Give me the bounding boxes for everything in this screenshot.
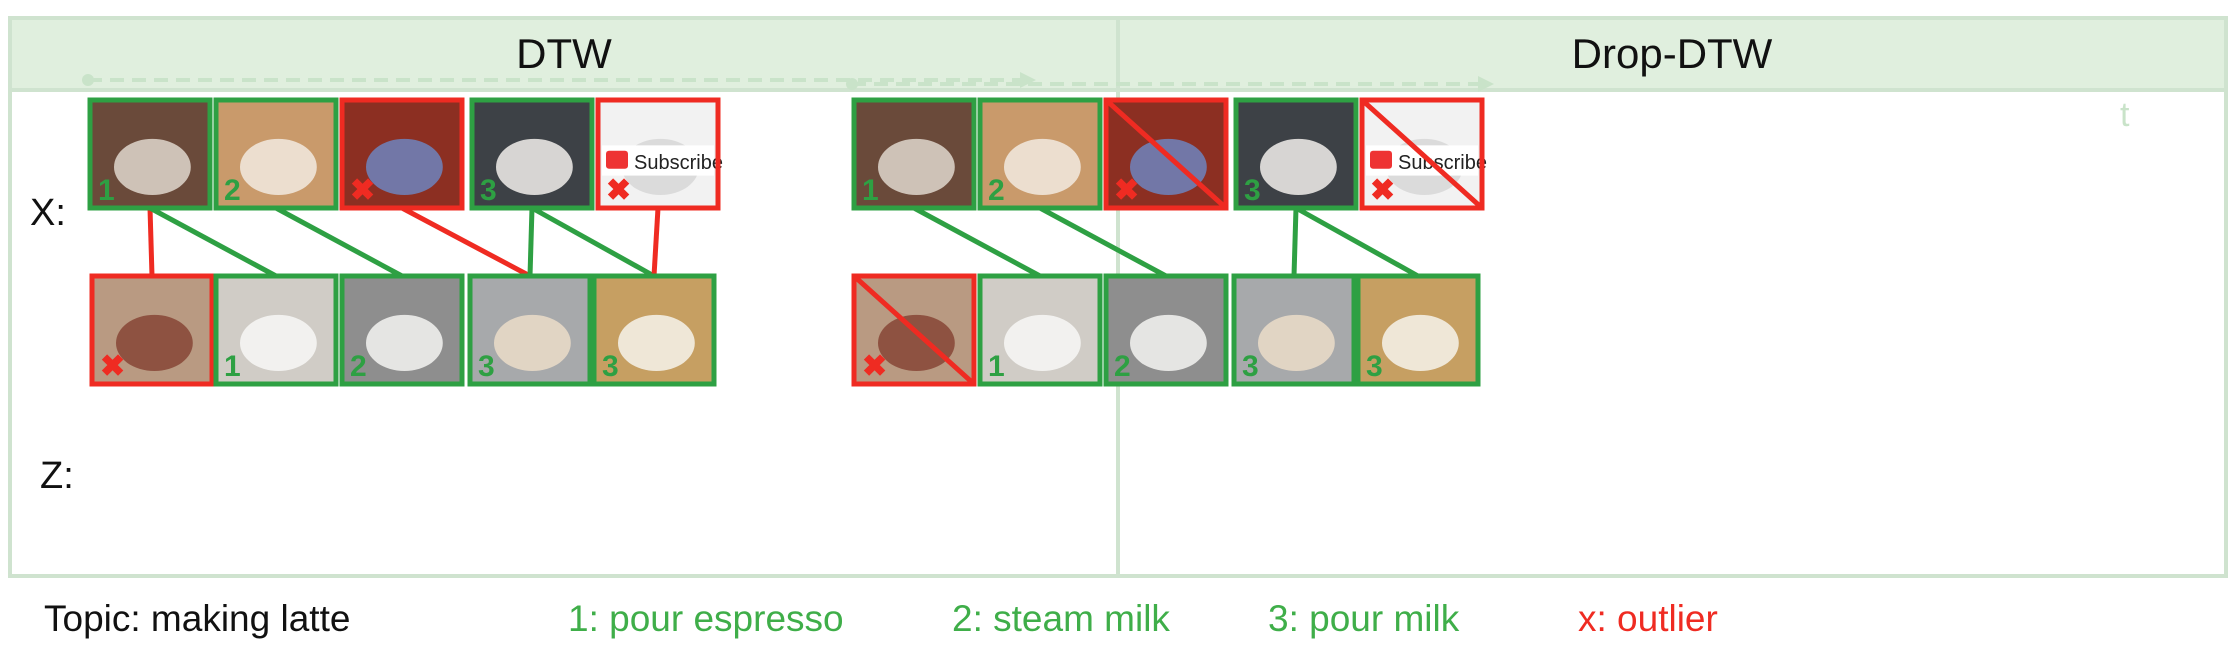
dropdtw-link-4	[1294, 205, 1420, 279]
dtw-x-frame-2-label: 2	[224, 174, 241, 207]
dropdtw-link-1	[912, 205, 1042, 279]
dtw-link-6	[530, 205, 656, 279]
play-icon	[1370, 150, 1392, 169]
legend-step1: 1: pour espresso	[568, 598, 844, 639]
dropdtw-link-2	[1038, 205, 1168, 279]
dtw-x-frame-5-subscribe-text: Subscribe	[634, 152, 723, 174]
legend-topic: Topic: making latte	[44, 598, 351, 639]
dtw-x-frame-2-subject	[240, 138, 317, 196]
legend-step3: 3: pour milk	[1268, 598, 1460, 639]
dropdtw-z-frame-4-subject	[1258, 314, 1335, 372]
dtw-z-frame-5-label: 3	[602, 350, 619, 383]
dtw-z-frame-2-subject	[240, 314, 317, 372]
dropdtw-z-frame-2-label: 1	[988, 350, 1005, 383]
dtw-link-5	[527, 207, 535, 277]
dropdtw-timeline-arrow	[1478, 76, 1494, 92]
play-icon	[606, 150, 628, 169]
legend-outlier: x: outlier	[1578, 598, 1718, 639]
dropdtw-x-frame-1-label: 1	[862, 174, 879, 207]
dropdtw-z-frame-2-subject	[1004, 314, 1081, 372]
dtw-x-frame-3-subject	[366, 138, 443, 196]
dtw-z-frame-5-subject	[618, 314, 695, 372]
alignment-diagram: 1 2 ✖ 3Subscribe✖✖ 1 2 3 31 2 ✖ 3Subscribe✖✖ 1 2 3 3	[82, 72, 1494, 387]
dropdtw-x-frame-2-subject	[1004, 138, 1081, 196]
dtw-x-frame-4-label: 3	[480, 174, 497, 207]
dtw-z-frame-1-subject	[115, 314, 193, 372]
dtw-z-frame-3-label: 2	[350, 350, 367, 383]
dtw-x-frame-1-subject	[113, 138, 191, 196]
dtw-link-4	[400, 205, 532, 279]
dropdtw-x-frame-3-subject	[1130, 138, 1207, 196]
dropdtw-x-frame-2-label: 2	[988, 174, 1005, 207]
dtw-link-7	[651, 207, 661, 277]
dropdtw-z-frame-3-label: 2	[1114, 350, 1131, 383]
dropdtw-x-frame-3-label: ✖	[1114, 174, 1139, 207]
dtw-link-3	[274, 205, 404, 279]
dropdtw-z-frame-1-subject	[878, 314, 955, 372]
dropdtw-link-3	[1291, 207, 1299, 277]
dtw-x-frame-3-label: ✖	[350, 174, 375, 207]
dropdtw-x-frame-1-subject	[878, 138, 955, 196]
dropdtw-z-frame-5-subject	[1382, 314, 1459, 372]
dtw-z-frame-2-label: 1	[224, 350, 241, 383]
dtw-z-frame-1-label: ✖	[100, 350, 125, 383]
dtw-x-frame-5-label: ✖	[606, 174, 631, 207]
dropdtw-z-frame-5-label: 3	[1366, 350, 1383, 383]
legend-step2: 2: steam milk	[952, 598, 1170, 639]
dropdtw-z-frame-3-subject	[1130, 314, 1207, 372]
dtw-x-frame-4-subject	[496, 138, 573, 196]
dtw-link-1	[147, 207, 155, 277]
dtw-z-frame-3-subject	[366, 314, 443, 372]
dropdtw-x-frame-4-label: 3	[1244, 174, 1261, 207]
dtw-z-frame-4-subject	[494, 314, 571, 372]
dtw-x-frame-1-label: 1	[98, 174, 115, 207]
dropdtw-z-frame-4-label: 3	[1242, 350, 1259, 383]
dropdtw-z-frame-1-label: ✖	[862, 350, 887, 383]
dtw-link-2	[148, 205, 278, 279]
dtw-z-frame-4-label: 3	[478, 350, 495, 383]
dropdtw-x-frame-4-subject	[1260, 138, 1337, 196]
dropdtw-x-frame-5-label: ✖	[1370, 174, 1395, 207]
